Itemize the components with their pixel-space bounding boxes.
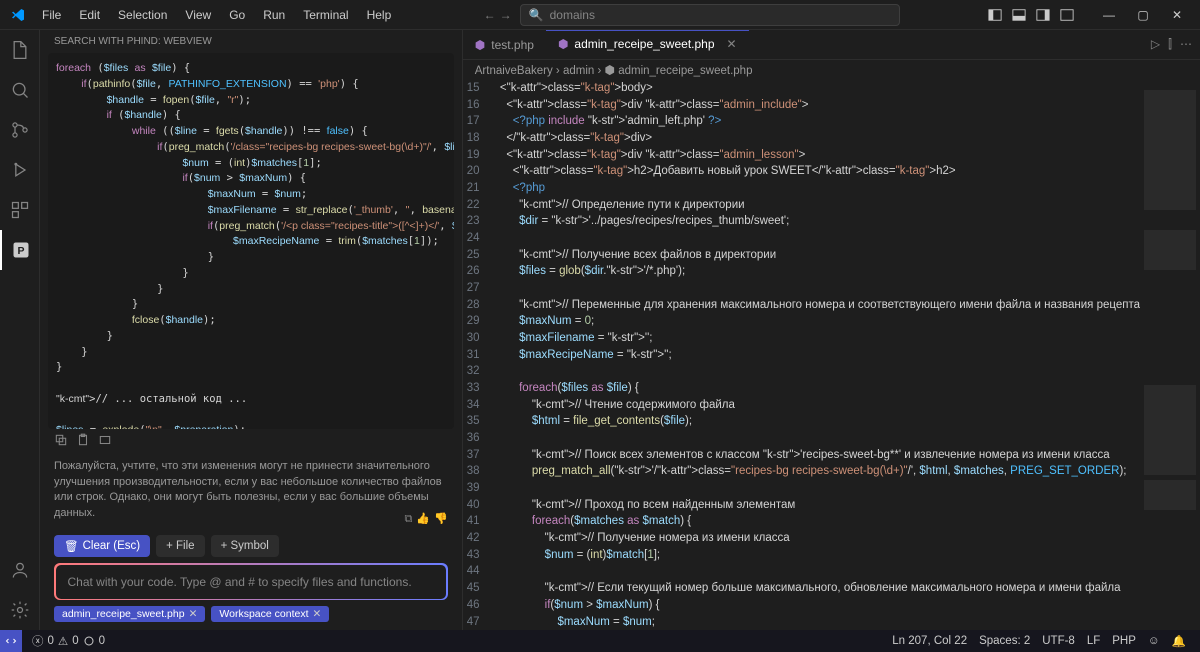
status-lang[interactable]: PHP [1106,634,1142,648]
layout-sidebar-right-icon[interactable] [1032,4,1054,26]
tab-test[interactable]: ⬢test.php [463,30,546,59]
more-icon[interactable]: ⋯ [1180,37,1192,52]
copy-icon[interactable] [54,433,68,447]
titlebar: File Edit Selection View Go Run Terminal… [0,0,1200,30]
menu-view[interactable]: View [177,4,219,26]
activity-run-debug[interactable] [0,150,40,190]
status-bell-icon[interactable]: 🔔 [1166,634,1192,648]
minimize-button[interactable]: — [1094,0,1124,30]
layout-sidebar-left-icon[interactable] [984,4,1006,26]
thumbs-down-icon[interactable]: 👎 [434,512,448,527]
context-chip-file[interactable]: admin_receipe_sweet.php✕ [54,606,205,622]
editor-tabs: ⬢test.php ⬢admin_receipe_sweet.php✕ ▷ ⫿ … [463,30,1200,60]
search-text: domains [550,8,595,22]
menu-selection[interactable]: Selection [110,4,175,26]
menu-file[interactable]: File [34,4,69,26]
insert-icon[interactable] [98,433,112,447]
status-eol[interactable]: LF [1081,634,1106,648]
status-feedback-icon[interactable]: ☺ [1142,634,1166,648]
run-icon[interactable]: ▷ [1151,37,1160,52]
maximize-button[interactable]: ▢ [1128,0,1158,30]
command-center[interactable]: 🔍 domains [520,4,900,26]
add-symbol-button[interactable]: + Symbol [211,535,279,557]
tab-admin-receipe[interactable]: ⬢admin_receipe_sweet.php✕ [546,30,749,59]
status-cursor[interactable]: Ln 207, Col 22 [886,634,973,648]
statusbar: ⓧ 0 ⚠ 0 0 Ln 207, Col 22 Spaces: 2 UTF-8… [0,630,1200,652]
add-file-button[interactable]: + File [156,535,204,557]
phind-note: Пожалуйста, учтите, что эти изменения мо… [40,451,462,529]
layout-customize-icon[interactable] [1056,4,1078,26]
nav-forward-icon[interactable]: → [500,8,512,22]
activity-search[interactable] [0,70,40,110]
chip-remove-icon[interactable]: ✕ [313,608,322,620]
layout-panel-bottom-icon[interactable] [1008,4,1030,26]
thumbs-up-icon[interactable]: 👍 [416,512,430,527]
note-copy-icon[interactable]: ⧉ [404,512,412,527]
php-icon: ⬢ [475,38,485,52]
clipboard-icon[interactable] [76,433,90,447]
nav-back-icon[interactable]: ← [484,8,496,22]
remote-indicator[interactable] [0,630,22,652]
menu-run[interactable]: Run [255,4,293,26]
activity-extensions[interactable] [0,190,40,230]
phind-code-content: foreach ($files as $file) { if(pathinfo(… [56,61,446,429]
status-errors[interactable]: ⓧ 0 ⚠ 0 0 [26,633,111,649]
activity-explorer[interactable] [0,30,40,70]
vscode-icon [10,7,26,23]
activity-phind[interactable]: P [0,230,40,270]
minimap[interactable] [1140,80,1200,630]
clear-button[interactable]: 🗑 Clear (Esc) [54,535,150,557]
phind-panel: SEARCH WITH PHIND: WEBVIEW foreach ($fil… [40,30,463,630]
activity-source-control[interactable] [0,110,40,150]
split-editor-icon[interactable]: ⫿ [1168,37,1172,52]
activity-bar: P [0,30,40,630]
context-chip-workspace[interactable]: Workspace context✕ [211,606,329,622]
breadcrumbs[interactable]: ArtnaiveBakery › admin › ⬢ admin_receipe… [463,60,1200,80]
menu-edit[interactable]: Edit [71,4,108,26]
chat-input[interactable]: Chat with your code. Type @ and # to spe… [56,565,447,599]
code-content[interactable]: <"k-attr">class="k-tag">body> <"k-attr">… [494,80,1140,630]
phind-note-text: Пожалуйста, учтите, что эти изменения мо… [54,460,442,518]
close-button[interactable]: ✕ [1162,0,1192,30]
phind-code-block: foreach ($files as $file) { if(pathinfo(… [48,53,454,429]
svg-text:P: P [17,245,24,257]
activity-accounts[interactable] [0,550,40,590]
menu-help[interactable]: Help [359,4,400,26]
status-encoding[interactable]: UTF-8 [1036,634,1081,648]
editor-area: ⬢test.php ⬢admin_receipe_sweet.php✕ ▷ ⫿ … [463,30,1200,630]
menu-terminal[interactable]: Terminal [295,4,356,26]
menu-go[interactable]: Go [221,4,253,26]
close-tab-icon[interactable]: ✕ [727,37,737,51]
phind-header: SEARCH WITH PHIND: WEBVIEW [40,30,462,53]
line-number-gutter: 15 16 17 18 19 20 21 22 23 24 25 26 27 2… [463,80,494,630]
search-icon: 🔍 [529,8,544,22]
php-icon: ⬢ [558,37,568,51]
activity-settings[interactable] [0,590,40,630]
status-spaces[interactable]: Spaces: 2 [973,634,1036,648]
chip-remove-icon[interactable]: ✕ [189,608,198,620]
